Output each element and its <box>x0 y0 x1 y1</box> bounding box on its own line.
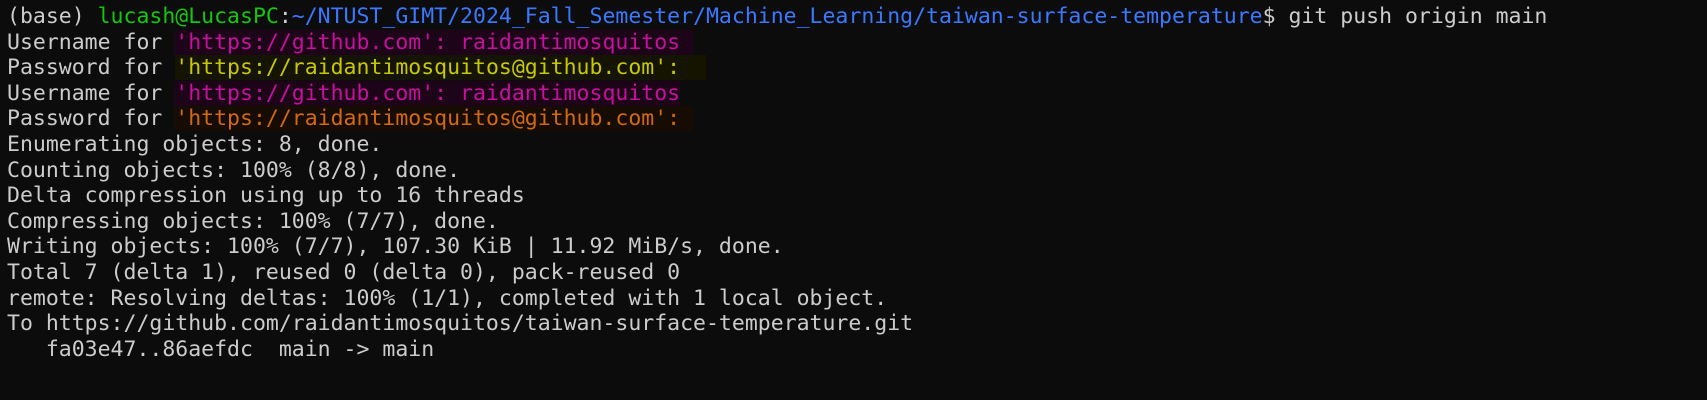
auth-url: 'https://raidantimosquitos@github.com' <box>175 106 668 132</box>
output-line: Writing objects: 100% (7/7), 107.30 KiB … <box>7 234 784 260</box>
auth-url: 'https://raidantimosquitos@github.com' <box>175 55 668 81</box>
output-line: fa03e47..86aefdc main -> main <box>7 336 435 362</box>
output-line: Enumerating objects: 8, done. <box>7 131 383 157</box>
auth-line-username: Username for 'https://github.com': raida… <box>7 29 1547 56</box>
prompt-separator: : <box>278 4 292 29</box>
output-line: Compressing objects: 100% (7/7), done. <box>7 208 499 234</box>
auth-value: : raidantimosquitos <box>434 29 681 55</box>
output-line: Total 7 (delta 1), reused 0 (delta 0), p… <box>7 259 681 285</box>
conda-env: (base) <box>7 4 98 29</box>
auth-line-password: Password for 'https://raidantimosquitos@… <box>7 55 1547 81</box>
auth-label: Password for <box>7 106 176 132</box>
output-line: Delta compression using up to 16 threads <box>7 183 525 209</box>
auth-value: : <box>667 106 681 132</box>
output-line: remote: Resolving deltas: 100% (1/1), co… <box>7 285 888 311</box>
user-host: lucash@LucasPC <box>97 4 279 29</box>
auth-value: : <box>667 55 681 81</box>
command: git push origin main <box>1288 4 1548 29</box>
auth-line-password: Password for 'https://raidantimosquitos@… <box>7 106 1547 132</box>
auth-label: Username for <box>7 29 176 55</box>
auth-url: 'https://github.com' <box>175 29 435 55</box>
auth-label: Password for <box>7 55 176 81</box>
auth-url: 'https://github.com' <box>175 80 435 106</box>
auth-value: : raidantimosquitos <box>434 80 681 106</box>
current-path: ~/NTUST_GIMT/2024_Fall_Semester/Machine_… <box>291 4 1263 29</box>
output-line: Counting objects: 100% (8/8), done. <box>7 157 461 183</box>
output-line: To https://github.com/raidantimosquitos/… <box>7 311 914 337</box>
auth-line-username: Username for 'https://github.com': raida… <box>7 80 1547 107</box>
terminal-output: (base) lucash@LucasPC:~/NTUST_GIMT/2024_… <box>7 4 1547 362</box>
auth-label: Username for <box>7 80 176 106</box>
prompt-symbol: $ <box>1262 4 1289 29</box>
prompt-line: (base) lucash@LucasPC:~/NTUST_GIMT/2024_… <box>7 4 1547 30</box>
